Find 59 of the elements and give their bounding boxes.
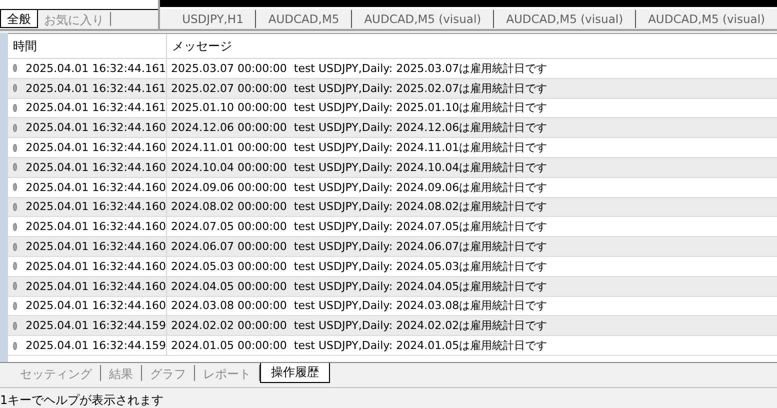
status-dot-icon <box>13 64 17 72</box>
column-header[interactable]: メッセージ <box>167 34 777 58</box>
status-text: 1キーでヘルプが表示されます <box>0 392 164 408</box>
message-cell: 2024.11.01 00:00:00 test USDJPY,Daily: 2024.11.01は雇用統計日です <box>171 140 548 156</box>
status-dot-icon <box>13 124 17 132</box>
chart-tab[interactable]: AUDCAD,M5 (visual) <box>636 10 777 28</box>
panel-tab[interactable]: 結果 <box>101 365 142 381</box>
message-cell: 2025.02.07 00:00:00 test USDJPY,Daily: 2025.02.07は雇用統計日です <box>171 80 548 96</box>
message-cell: 2024.06.07 00:00:00 test USDJPY,Daily: 2024.06.07は雇用統計日です <box>171 239 548 254</box>
message-cell: 2025.03.07 00:00:00 test USDJPY,Daily: 2025.03.07は雇用統計日です <box>171 60 548 76</box>
chart-tab[interactable]: AUDCAD,M5 <box>256 10 352 28</box>
time-cell: 2025.04.01 16:32:44.161 <box>26 62 166 75</box>
time-cell: 2025.04.01 16:32:44.160 <box>26 141 166 154</box>
message-cell: 2024.05.03 00:00:00 test USDJPY,Daily: 2024.05.03は雇用統計日です <box>171 258 548 274</box>
time-cell: 2025.04.01 16:32:44.161 <box>26 101 166 114</box>
column-header[interactable]: 時間 <box>8 34 167 58</box>
status-dot-icon <box>13 84 17 92</box>
status-dot-icon <box>13 104 17 112</box>
time-cell: 2025.04.01 16:32:44.159 <box>26 319 166 332</box>
time-cell: 2025.04.01 16:32:44.160 <box>26 299 166 312</box>
message-cell: 2024.09.06 00:00:00 test USDJPY,Daily: 2024.09.06は雇用統計日です <box>171 180 548 195</box>
status-dot-icon <box>13 322 17 330</box>
time-cell: 2025.04.01 16:32:44.160 <box>26 220 166 234</box>
time-cell: 2025.04.01 16:32:44.160 <box>26 180 166 194</box>
status-dot-icon <box>13 302 17 310</box>
time-cell: 2025.04.01 16:32:44.161 <box>26 82 166 95</box>
message-cell: 2024.03.08 00:00:00 test USDJPY,Daily: 2024.03.08は雇用統計日です <box>171 298 548 314</box>
time-cell: 2025.04.01 16:32:44.160 <box>26 121 166 134</box>
message-cell: 2024.07.05 00:00:00 test USDJPY,Daily: 2024.07.05は雇用統計日です <box>171 219 548 234</box>
panel-tab[interactable]: セッティング <box>12 365 101 381</box>
navigator-tab[interactable]: お気に入り <box>38 12 111 26</box>
message-cell: 2024.08.02 00:00:00 test USDJPY,Daily: 2024.08.02は雇用統計日です <box>171 199 548 214</box>
status-dot-icon <box>13 282 17 290</box>
time-cell: 2025.04.01 16:32:44.159 <box>26 339 166 352</box>
message-cell: 2024.04.05 00:00:00 test USDJPY,Daily: 2024.04.05は雇用統計日です <box>171 278 548 294</box>
message-cell: 2024.02.02 00:00:00 test USDJPY,Daily: 2024.02.02は雇用統計日です <box>171 318 548 334</box>
status-dot-icon <box>13 144 17 152</box>
status-dot-icon <box>13 202 17 211</box>
chart-tab[interactable]: AUDCAD,M5 (visual) <box>352 10 494 28</box>
chart-tab[interactable]: USDJPY,H1 <box>170 10 256 28</box>
time-cell: 2025.04.01 16:32:44.160 <box>26 280 166 293</box>
message-cell: 2024.01.05 00:00:00 test USDJPY,Daily: 2024.01.05は雇用統計日です <box>171 338 548 354</box>
message-cell: 2024.12.06 00:00:00 test USDJPY,Daily: 2024.12.06は雇用統計日です <box>171 120 548 136</box>
time-cell: 2025.04.01 16:32:44.160 <box>26 160 166 174</box>
status-dot-icon <box>13 242 17 251</box>
status-dot-icon <box>13 222 17 231</box>
status-dot-icon <box>13 183 17 192</box>
navigator-tab[interactable]: 全般 <box>0 10 38 28</box>
time-cell: 2025.04.01 16:32:44.160 <box>26 200 166 214</box>
status-dot-icon <box>13 342 17 350</box>
time-cell: 2025.04.01 16:32:44.160 <box>26 240 166 254</box>
chart-tab[interactable]: AUDCAD,M5 (visual) <box>494 10 636 28</box>
panel-tab[interactable]: グラフ <box>142 365 195 381</box>
message-cell: 2024.10.04 00:00:00 test USDJPY,Daily: 2024.10.04は雇用統計日です <box>171 160 548 175</box>
panel-tab[interactable]: 操作履歴 <box>260 363 330 383</box>
status-dot-icon <box>13 262 17 270</box>
status-dot-icon <box>13 163 17 172</box>
message-cell: 2025.01.10 00:00:00 test USDJPY,Daily: 2025.01.10は雇用統計日です <box>171 100 548 116</box>
time-cell: 2025.04.01 16:32:44.160 <box>26 260 166 273</box>
